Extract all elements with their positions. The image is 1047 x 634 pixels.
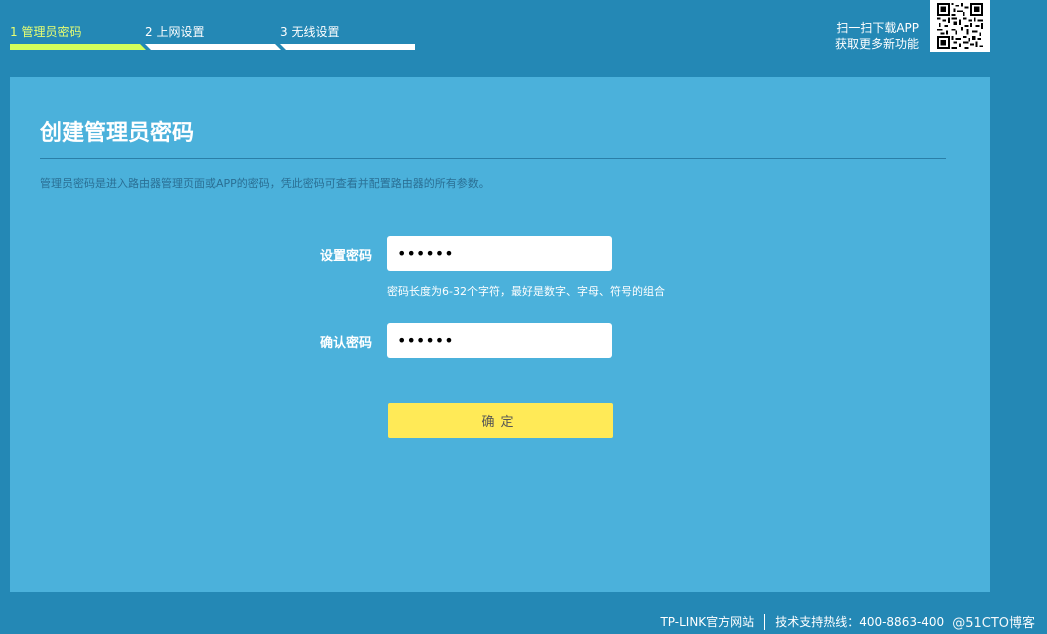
step-label: 2 上网设置	[145, 25, 205, 39]
step-progress-bar	[280, 44, 415, 50]
confirm-button[interactable]: 确定	[388, 403, 613, 438]
page-title: 创建管理员密码	[40, 121, 195, 146]
app-download-line2: 获取更多新功能	[834, 37, 919, 51]
watermark: @51CTO博客	[952, 616, 1035, 631]
step-wireless-settings: 3 无线设置	[280, 22, 415, 50]
official-website-link[interactable]: TP-LINK官方网站	[660, 613, 754, 630]
password-hint: 密码长度为6-32个字符，最好是数字、字母、符号的组合	[387, 285, 665, 298]
setup-panel: 创建管理员密码 管理员密码是进入路由器管理页面或APP的密码，凭此密码可查看并配…	[10, 77, 990, 592]
step-progress-bar	[145, 44, 281, 50]
step-progress-bar	[10, 44, 146, 50]
set-password-input[interactable]	[387, 236, 612, 271]
footer: TP-LINK官方网站 技术支持热线：400-8863-400 @51CTO博客	[660, 612, 1035, 631]
app-download-line1: 扫一扫下载APP	[836, 21, 919, 35]
step-label: 3 无线设置	[280, 25, 340, 39]
app-download-text: 扫一扫下载APP 获取更多新功能	[835, 20, 919, 52]
qr-code-icon	[930, 0, 990, 52]
confirm-password-input[interactable]	[387, 323, 612, 358]
setup-steps: 1 管理员密码 2 上网设置 3 无线设置	[10, 22, 415, 50]
confirm-password-label: 确认密码	[319, 336, 372, 351]
step-label: 1 管理员密码	[10, 25, 82, 39]
support-hotline: 技术支持热线：400-8863-400	[775, 615, 945, 629]
page-description: 管理员密码是进入路由器管理页面或APP的密码，凭此密码可查看并配置路由器的所有参…	[40, 177, 490, 190]
step-internet-settings: 2 上网设置	[145, 22, 281, 50]
title-divider	[40, 158, 946, 159]
footer-divider	[764, 613, 766, 630]
set-password-label: 设置密码	[319, 249, 372, 264]
step-admin-password: 1 管理员密码	[10, 22, 146, 50]
